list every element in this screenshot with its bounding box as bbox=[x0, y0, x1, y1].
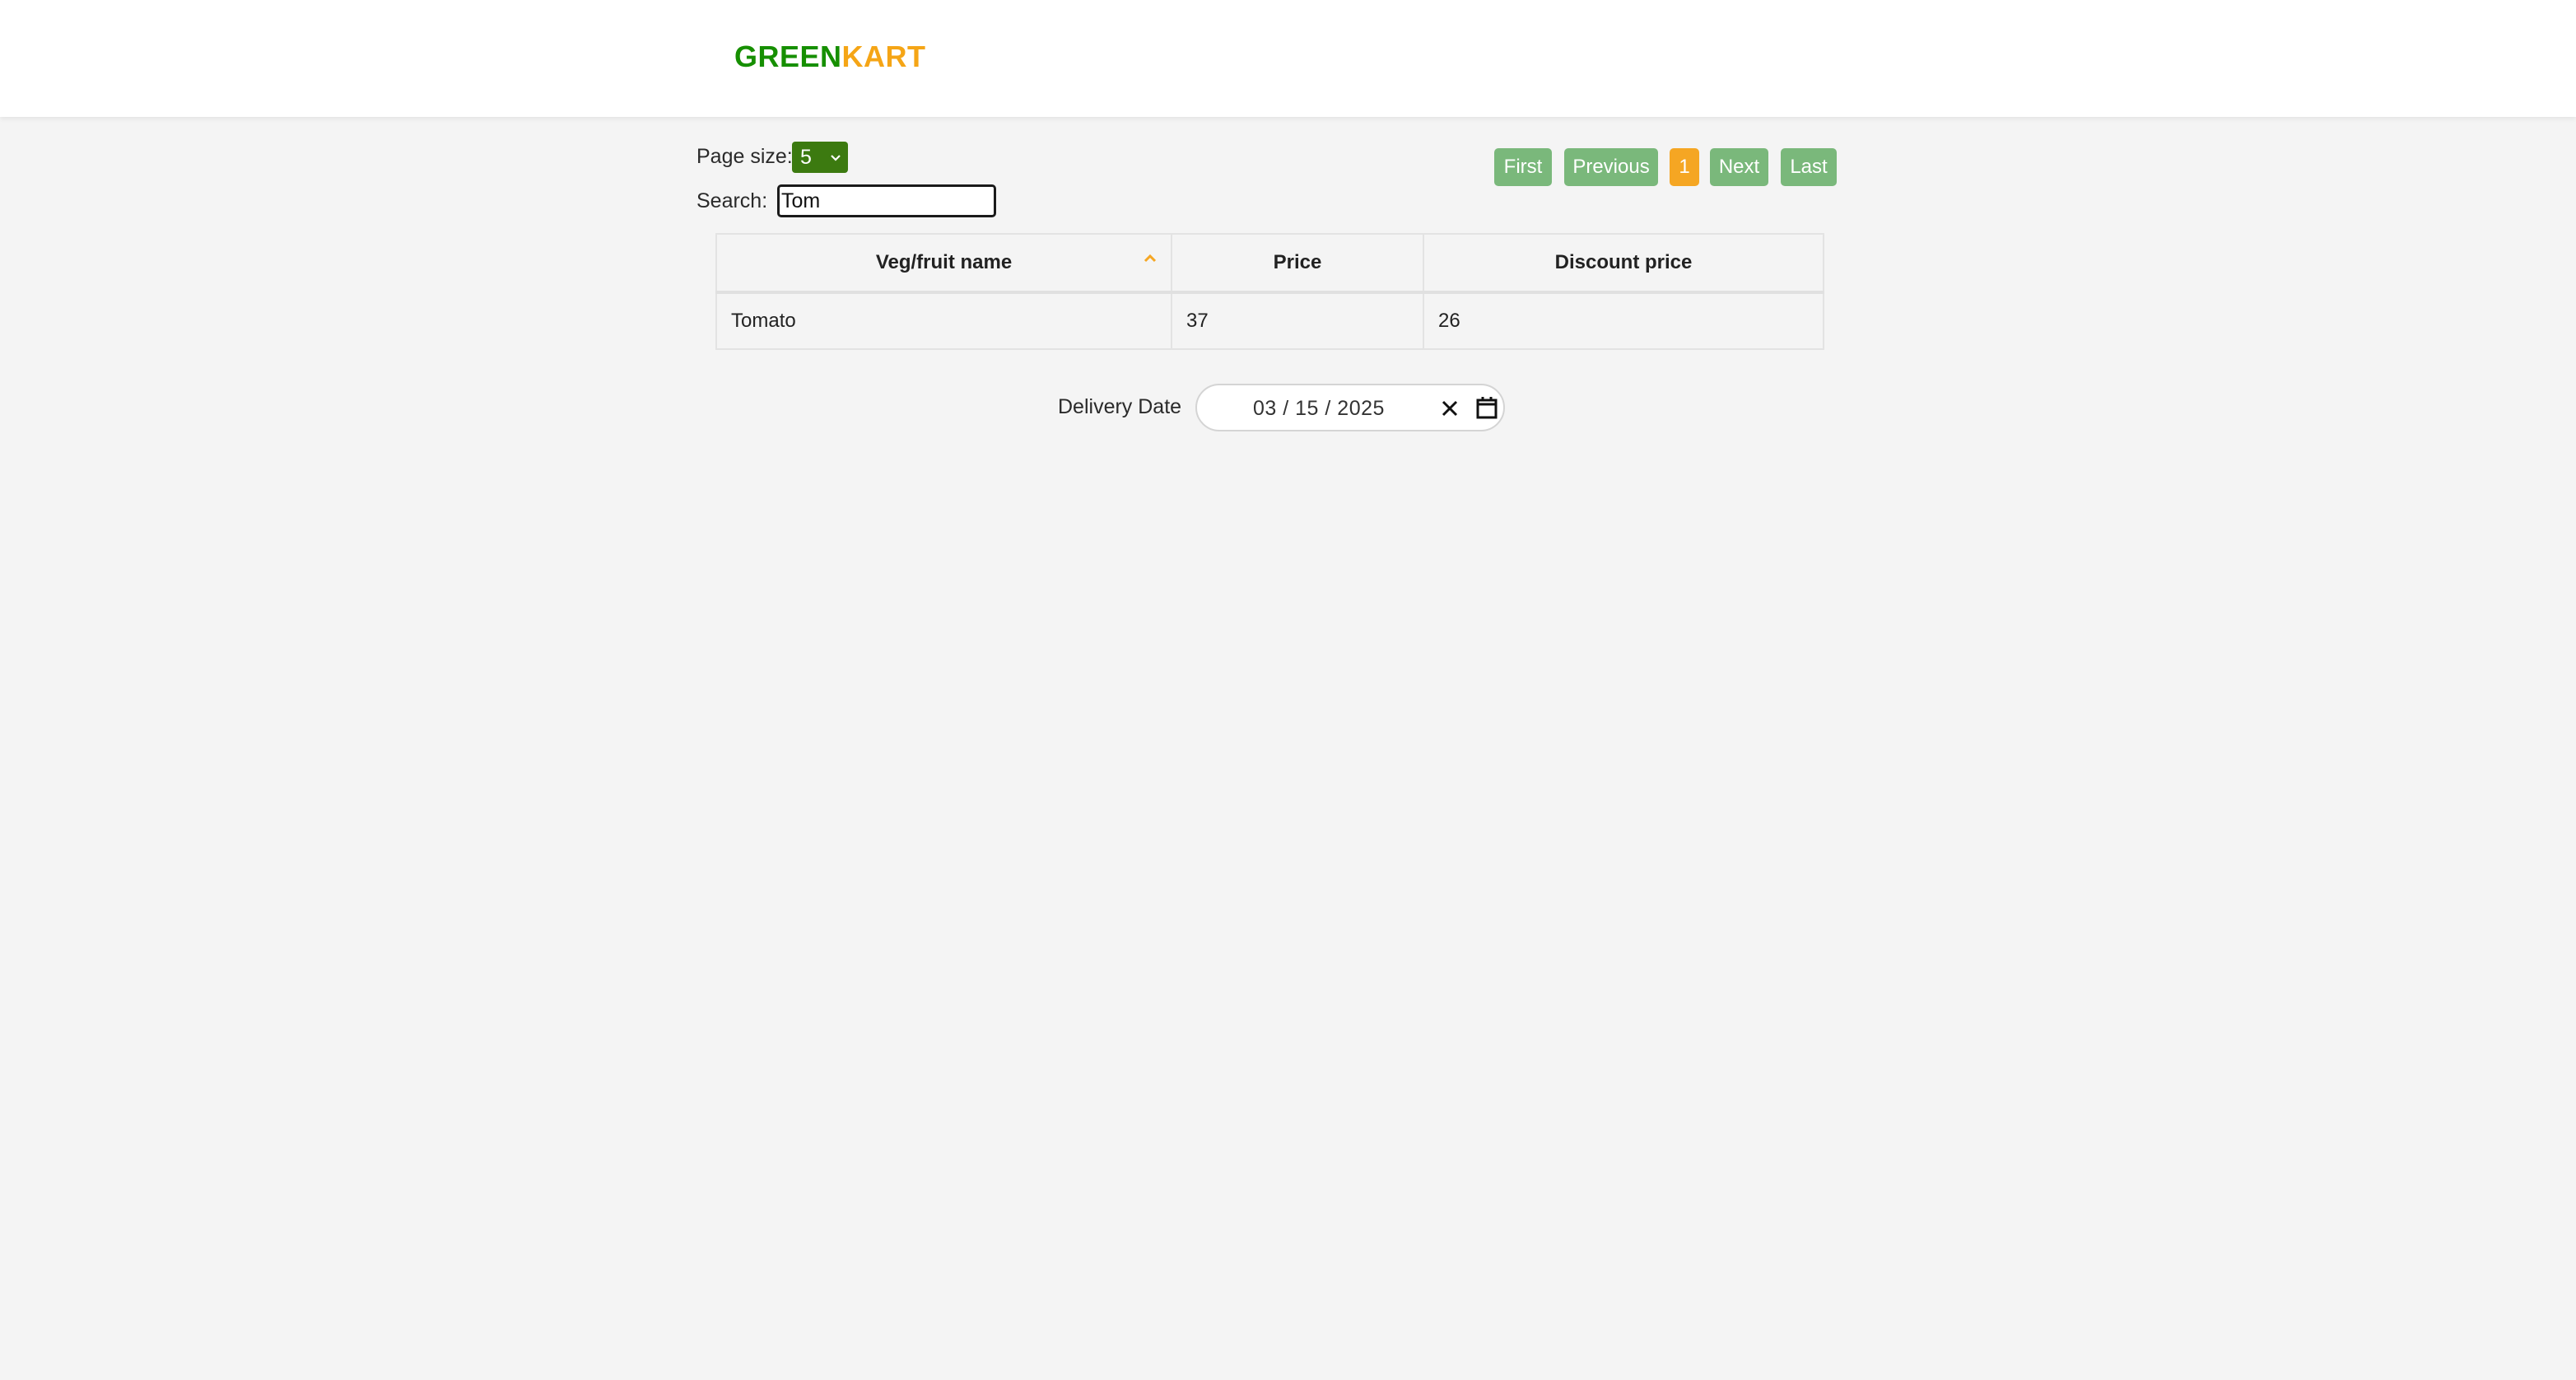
page-size-value: 5 bbox=[800, 146, 812, 169]
previous-page-button[interactable]: Previous bbox=[1564, 148, 1658, 186]
column-header-name-label: Veg/fruit name bbox=[875, 251, 1013, 273]
delivery-date-value[interactable]: 03 / 15 / 2025 bbox=[1253, 397, 1385, 421]
column-header-discount-label: Discount price bbox=[1554, 251, 1693, 273]
products-table: Veg/fruit name Price Discount price Toma… bbox=[715, 233, 1824, 350]
brand-kart-text: KART bbox=[841, 40, 926, 73]
page-size-select[interactable]: 5 bbox=[792, 142, 848, 173]
search-label: Search: bbox=[696, 189, 768, 212]
close-icon[interactable] bbox=[1439, 398, 1460, 419]
column-header-price[interactable]: Price bbox=[1171, 233, 1424, 294]
search-input[interactable] bbox=[777, 184, 996, 217]
chevron-up-icon bbox=[1144, 254, 1157, 263]
cell-discount-price: 26 bbox=[1423, 291, 1824, 350]
column-header-price-label: Price bbox=[1273, 251, 1322, 273]
current-page-button[interactable]: 1 bbox=[1670, 148, 1699, 186]
top-header: GREENKART bbox=[0, 0, 2576, 117]
brand-logo[interactable]: GREENKART bbox=[734, 40, 926, 74]
column-header-discount-price[interactable]: Discount price bbox=[1423, 233, 1824, 294]
table-row: Tomato 37 26 bbox=[715, 291, 1824, 350]
next-page-button[interactable]: Next bbox=[1710, 148, 1768, 186]
cell-price: 37 bbox=[1171, 291, 1424, 350]
brand-green-text: GREEN bbox=[734, 40, 842, 73]
page-size-label: Page size: bbox=[696, 145, 793, 168]
first-page-button[interactable]: First bbox=[1494, 148, 1552, 186]
column-header-name[interactable]: Veg/fruit name bbox=[715, 233, 1172, 294]
last-page-button[interactable]: Last bbox=[1781, 148, 1837, 186]
cell-name: Tomato bbox=[715, 291, 1172, 350]
chevron-down-icon bbox=[831, 155, 841, 161]
delivery-date-label: Delivery Date bbox=[1058, 395, 1182, 418]
calendar-icon[interactable] bbox=[1475, 395, 1498, 420]
table-header-row: Veg/fruit name Price Discount price bbox=[715, 233, 1824, 294]
delivery-date-input[interactable]: 03 / 15 / 2025 bbox=[1195, 384, 1505, 431]
